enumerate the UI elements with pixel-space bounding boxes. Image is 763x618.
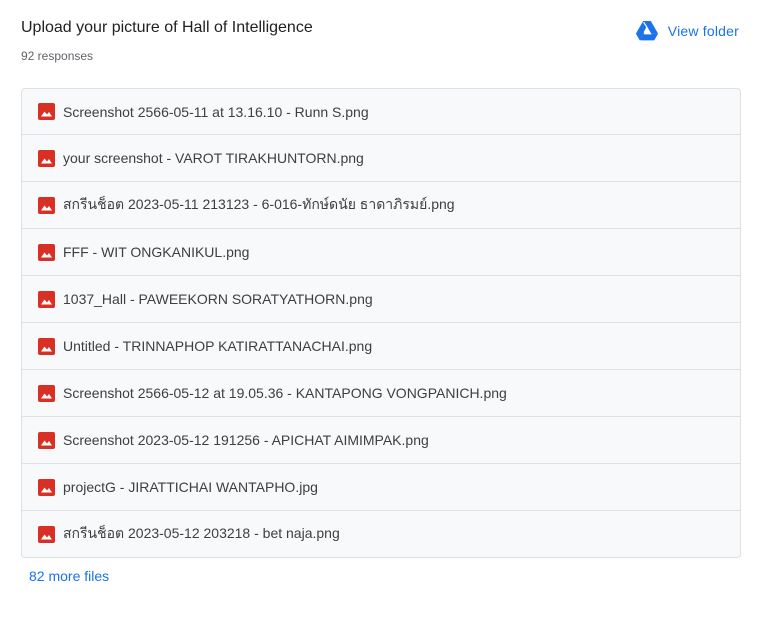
file-name: Screenshot 2566-05-12 at 19.05.36 - KANT… (63, 385, 507, 401)
image-file-icon (38, 525, 55, 543)
file-name: FFF - WIT ONGKANIKUL.png (63, 244, 250, 260)
image-file-icon (38, 337, 55, 355)
view-folder-button[interactable]: View folder (635, 19, 739, 43)
google-drive-icon (635, 21, 658, 41)
file-row[interactable]: Screenshot 2566-05-11 at 13.16.10 - Runn… (21, 88, 741, 135)
file-name: projectG - JIRATTICHAI WANTAPHO.jpg (63, 479, 318, 495)
question-title: Upload your picture of Hall of Intellige… (21, 19, 313, 36)
image-file-icon (38, 196, 55, 214)
image-file-icon (38, 103, 55, 120)
image-file-icon (38, 431, 55, 449)
file-name: 1037_Hall - PAWEEKORN SORATYATHORN.png (63, 291, 373, 307)
file-row[interactable]: สกรีนช็อต 2023-05-12 203218 - bet naja.p… (21, 511, 741, 558)
file-upload-responses-card: Upload your picture of Hall of Intellige… (0, 0, 763, 618)
file-row[interactable]: projectG - JIRATTICHAI WANTAPHO.jpg (21, 464, 741, 511)
file-row[interactable]: Untitled - TRINNAPHOP KATIRATTANACHAI.pn… (21, 323, 741, 370)
file-name: Screenshot 2566-05-11 at 13.16.10 - Runn… (63, 103, 369, 120)
image-file-icon (38, 243, 55, 261)
file-name: สกรีนช็อต 2023-05-11 213123 - 6-016-ทักษ… (63, 196, 455, 212)
file-row[interactable]: 1037_Hall - PAWEEKORN SORATYATHORN.png (21, 276, 741, 323)
image-file-icon (38, 478, 55, 496)
file-row[interactable]: your screenshot - VAROT TIRAKHUNTORN.png (21, 135, 741, 182)
file-name: Screenshot 2023-05-12 191256 - APICHAT A… (63, 432, 429, 448)
file-row[interactable]: FFF - WIT ONGKANIKUL.png (21, 229, 741, 276)
card-header: Upload your picture of Hall of Intellige… (21, 16, 739, 66)
file-name: สกรีนช็อต 2023-05-12 203218 - bet naja.p… (63, 525, 340, 541)
response-count: 92 responses (21, 49, 94, 63)
file-row[interactable]: Screenshot 2023-05-12 191256 - APICHAT A… (21, 417, 741, 464)
file-row[interactable]: สกรีนช็อต 2023-05-11 213123 - 6-016-ทักษ… (21, 182, 741, 229)
more-files-link[interactable]: 82 more files (29, 568, 109, 584)
file-name: your screenshot - VAROT TIRAKHUNTORN.png (63, 150, 364, 166)
file-row[interactable]: Screenshot 2566-05-12 at 19.05.36 - KANT… (21, 370, 741, 417)
file-list: Screenshot 2566-05-11 at 13.16.10 - Runn… (21, 88, 741, 558)
image-file-icon (38, 290, 55, 308)
file-name: Untitled - TRINNAPHOP KATIRATTANACHAI.pn… (63, 338, 373, 354)
image-file-icon (38, 384, 55, 402)
view-folder-label: View folder (667, 23, 739, 39)
image-file-icon (38, 149, 55, 167)
